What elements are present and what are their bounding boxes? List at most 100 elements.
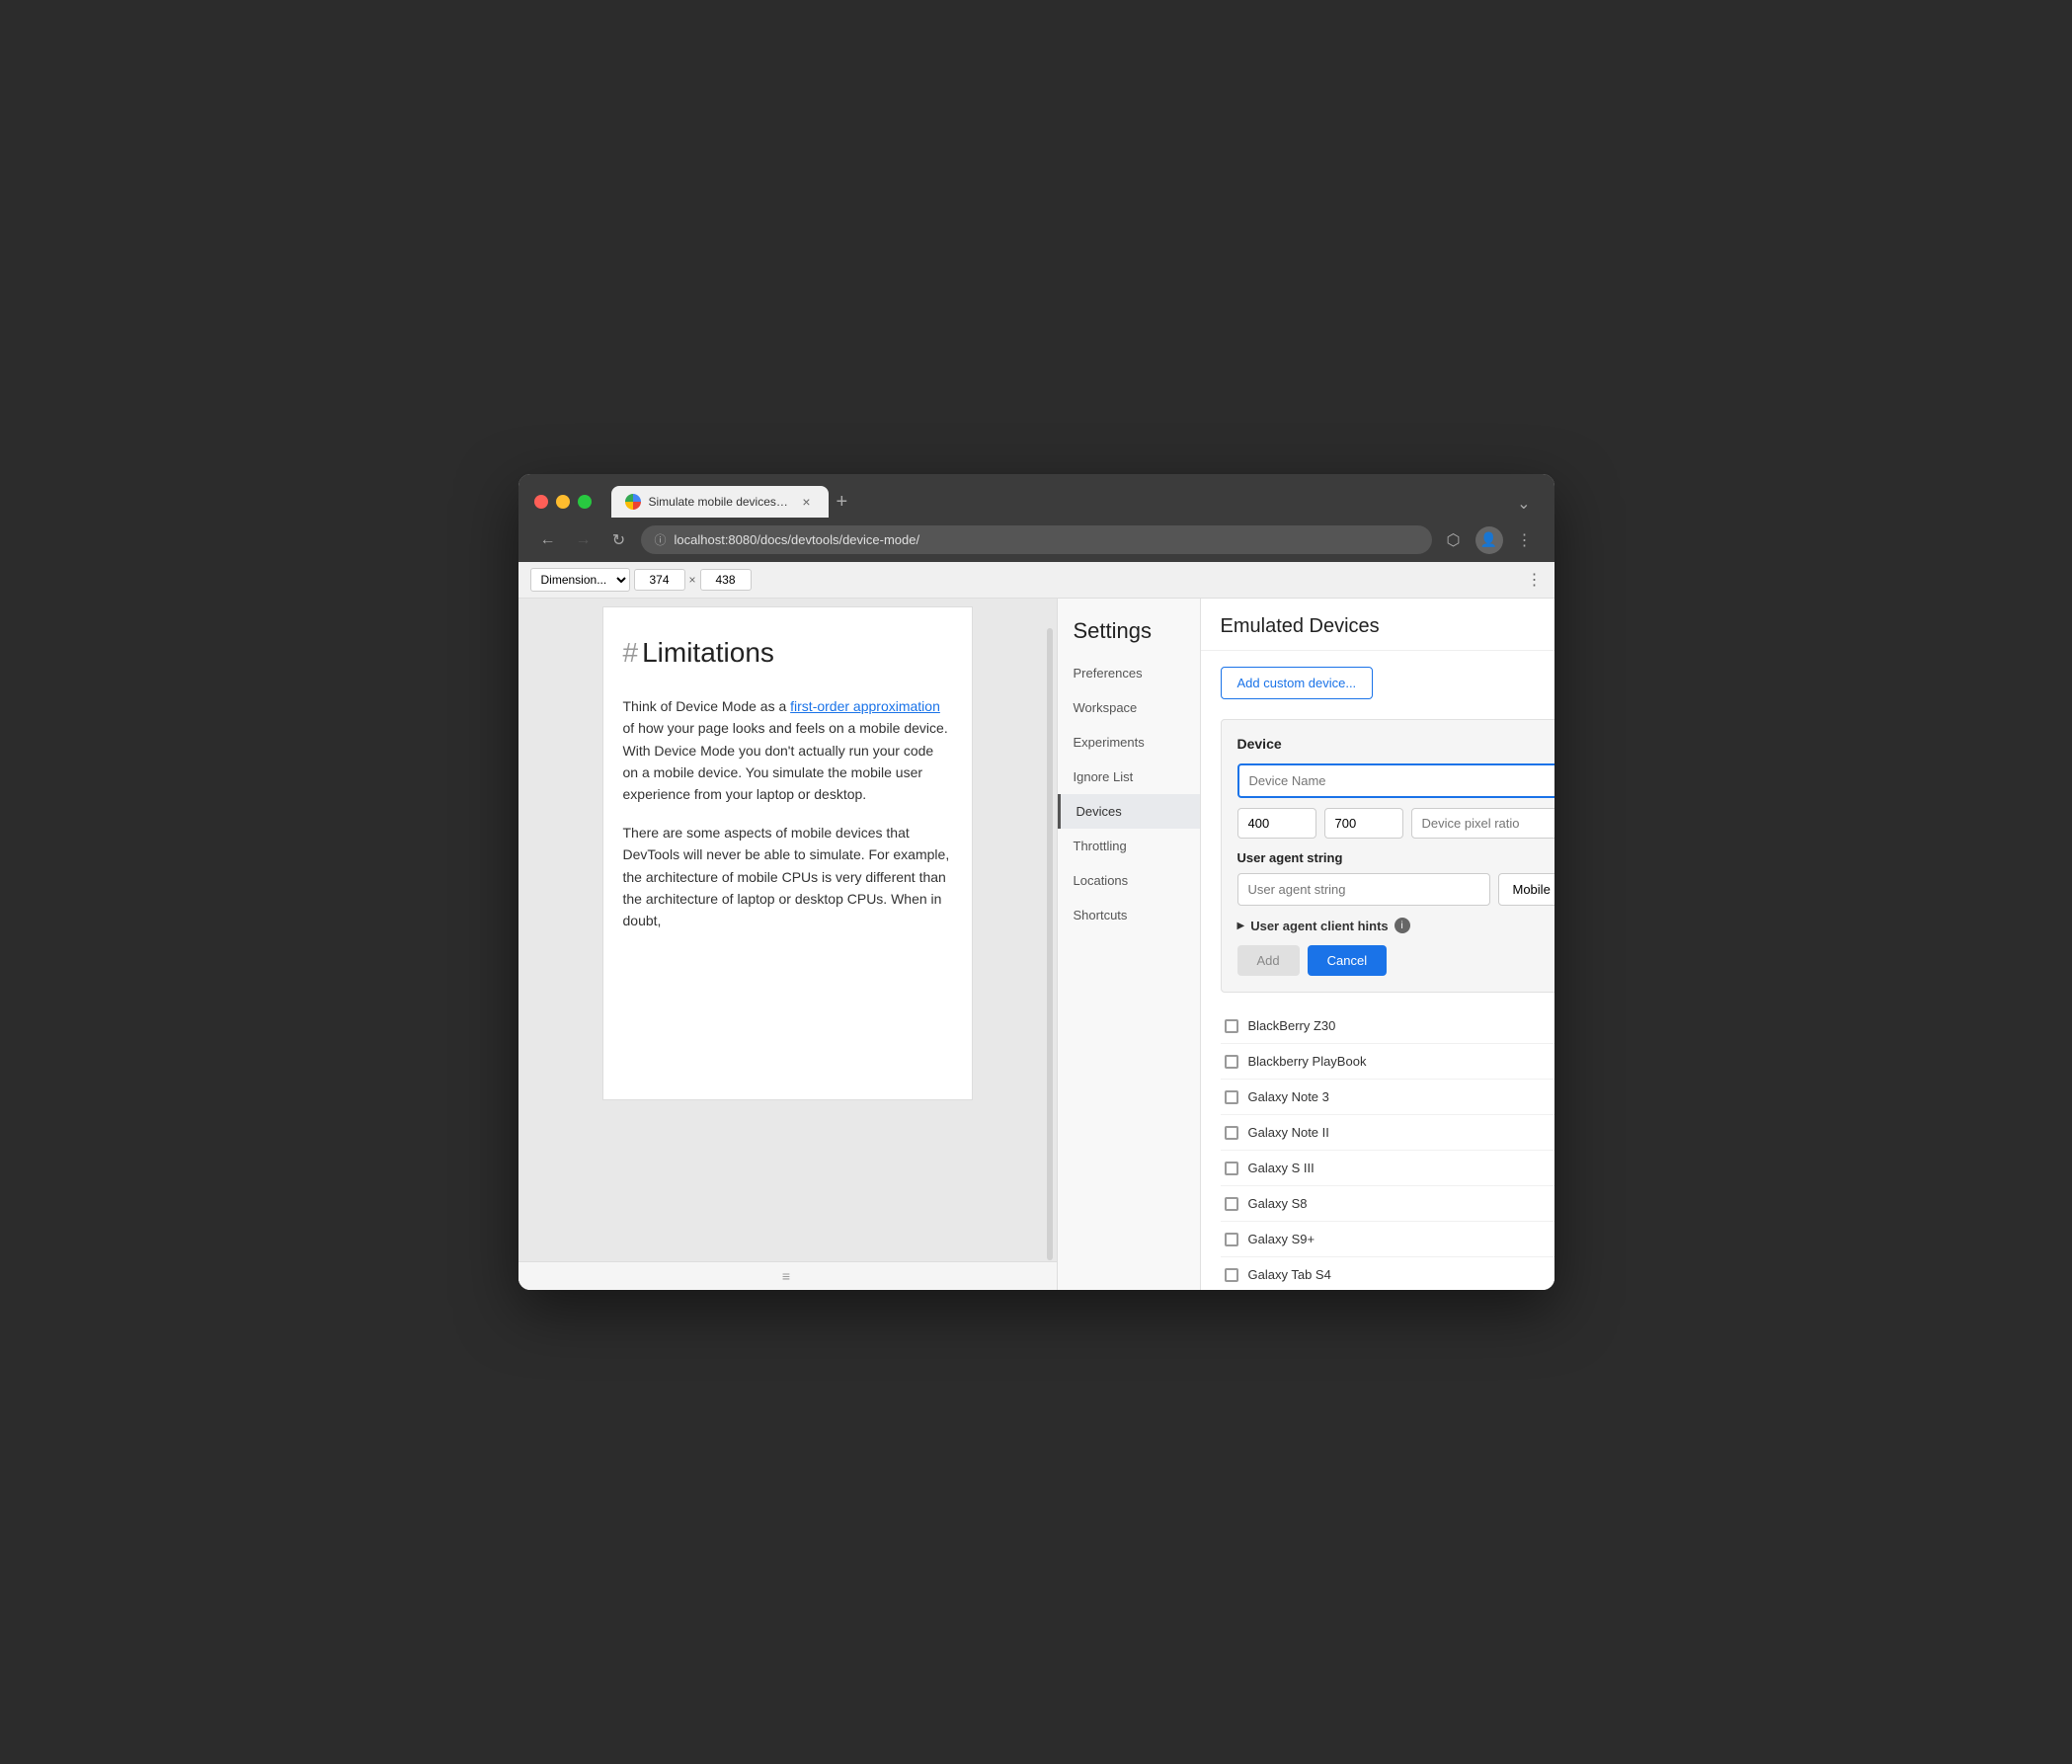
chrome-favicon	[625, 494, 641, 510]
ua-hints-row[interactable]: ▶ User agent client hints i	[1237, 918, 1554, 933]
device-dimensions-row	[1237, 808, 1554, 839]
sidebar-item-workspace[interactable]: Workspace	[1058, 690, 1200, 725]
device-name-galaxy-s8: Galaxy S8	[1248, 1196, 1554, 1211]
close-traffic-light[interactable]	[534, 495, 548, 509]
back-icon: ←	[540, 531, 556, 549]
paragraph-2: There are some aspects of mobile devices…	[623, 822, 952, 932]
sidebar-item-ignore-list[interactable]: Ignore List	[1058, 760, 1200, 794]
profile-button[interactable]: 👤	[1475, 526, 1503, 554]
page-scrollbar[interactable]	[1047, 628, 1053, 1260]
device-name-blackberry-playbook: Blackberry PlayBook	[1248, 1054, 1554, 1069]
device-pixel-ratio-input[interactable]	[1411, 808, 1554, 839]
ua-hints-info-icon[interactable]: i	[1395, 918, 1410, 933]
emulated-devices-body: Add custom device... Device User agent s…	[1201, 651, 1554, 1290]
device-name-galaxy-tab-s4: Galaxy Tab S4	[1248, 1267, 1554, 1282]
settings-sidebar: Settings Preferences Workspace Experimen…	[1058, 599, 1201, 1290]
list-item[interactable]: Blackberry PlayBook	[1221, 1044, 1554, 1080]
device-name-galaxy-s9plus: Galaxy S9+	[1248, 1232, 1554, 1246]
page-heading: #Limitations	[623, 631, 952, 676]
paragraph-1: Think of Device Mode as a first-order ap…	[623, 695, 952, 806]
para1-prefix: Think of Device Mode as a	[623, 698, 791, 714]
sidebar-item-experiments[interactable]: Experiments	[1058, 725, 1200, 760]
sidebar-item-locations[interactable]: Locations	[1058, 863, 1200, 898]
dimension-select[interactable]: Dimension...	[530, 568, 630, 592]
device-checkbox-galaxy-note-3[interactable]	[1225, 1090, 1238, 1104]
device-checkbox-galaxy-s8[interactable]	[1225, 1197, 1238, 1211]
device-form: Device User agent string	[1221, 719, 1554, 993]
device-width-input[interactable]	[1237, 808, 1316, 839]
device-form-title: Device	[1237, 736, 1554, 752]
ua-string-label: User agent string	[1237, 850, 1554, 865]
tab-bar: Simulate mobile devices with D × + ⌄	[611, 486, 1539, 518]
device-height-input[interactable]	[1324, 808, 1403, 839]
profile-icon: 👤	[1480, 531, 1497, 548]
page-content: #Limitations Think of Device Mode as a f…	[602, 606, 973, 1100]
nav-right: ⬡ 👤 ⋮	[1440, 526, 1539, 554]
device-checkbox-blackberry-playbook[interactable]	[1225, 1055, 1238, 1069]
device-checkbox-blackberry-z30[interactable]	[1225, 1019, 1238, 1033]
list-item[interactable]: Galaxy S8	[1221, 1186, 1554, 1222]
dimension-selector: Dimension... ×	[530, 568, 752, 592]
back-button[interactable]: ←	[534, 526, 562, 554]
list-item[interactable]: Galaxy Note II	[1221, 1115, 1554, 1151]
ua-string-input[interactable]	[1237, 873, 1490, 906]
more-options-button[interactable]: ⋮	[1511, 526, 1539, 554]
sidebar-item-preferences[interactable]: Preferences	[1058, 656, 1200, 690]
title-bar: Simulate mobile devices with D × + ⌄	[518, 474, 1554, 518]
device-checkbox-galaxy-s9plus[interactable]	[1225, 1233, 1238, 1246]
more-options-icon[interactable]: ⋮	[1527, 570, 1543, 590]
settings-panel: Settings Preferences Workspace Experimen…	[1057, 599, 1554, 1290]
tab-title: Simulate mobile devices with D	[649, 495, 791, 509]
refresh-icon: ↻	[612, 530, 625, 550]
cast-button[interactable]: ⬡	[1440, 526, 1468, 554]
device-name-galaxy-note-ii: Galaxy Note II	[1248, 1125, 1554, 1140]
width-input[interactable]	[634, 569, 685, 591]
main-content: #Limitations Think of Device Mode as a f…	[518, 599, 1554, 1290]
forward-button[interactable]: →	[570, 526, 598, 554]
height-input[interactable]	[700, 569, 752, 591]
form-actions: Add Cancel	[1237, 945, 1554, 976]
list-item[interactable]: Galaxy S III	[1221, 1151, 1554, 1186]
add-custom-device-button[interactable]: Add custom device...	[1221, 667, 1374, 699]
resize-handle[interactable]: ≡	[782, 1268, 792, 1284]
address-info-icon: ⓘ	[655, 531, 667, 548]
cancel-device-button[interactable]: Cancel	[1308, 945, 1387, 976]
ua-row: Mobile Desktop Tablet	[1237, 873, 1554, 906]
emulated-devices-panel: Emulated Devices ✕ Add custom device... …	[1201, 599, 1554, 1290]
add-device-submit-button[interactable]: Add	[1237, 945, 1300, 976]
forward-icon: →	[576, 531, 592, 549]
address-bar[interactable]: ⓘ localhost:8080/docs/devtools/device-mo…	[641, 525, 1432, 554]
devtools-toolbar: Dimension... × ⋮	[518, 562, 1554, 599]
list-item[interactable]: Galaxy Tab S4	[1221, 1257, 1554, 1290]
ua-type-select[interactable]: Mobile Desktop Tablet	[1498, 873, 1554, 906]
user-agent-section: User agent string Mobile Desktop Tablet	[1237, 850, 1554, 906]
list-item[interactable]: BlackBerry Z30	[1221, 1008, 1554, 1044]
device-name-blackberry-z30: BlackBerry Z30	[1248, 1018, 1554, 1033]
device-checkbox-galaxy-s-iii[interactable]	[1225, 1162, 1238, 1175]
sidebar-item-shortcuts[interactable]: Shortcuts	[1058, 898, 1200, 932]
device-checkbox-galaxy-tab-s4[interactable]	[1225, 1268, 1238, 1282]
preview-bottom: ≡	[518, 1261, 1057, 1290]
minimize-traffic-light[interactable]	[556, 495, 570, 509]
sidebar-item-throttling[interactable]: Throttling	[1058, 829, 1200, 863]
refresh-button[interactable]: ↻	[605, 526, 633, 554]
device-checkbox-galaxy-note-ii[interactable]	[1225, 1126, 1238, 1140]
ua-hints-arrow: ▶	[1237, 921, 1245, 931]
page-preview: #Limitations Think of Device Mode as a f…	[518, 599, 1057, 1290]
new-tab-button[interactable]: +	[829, 487, 856, 518]
preview-inner: #Limitations Think of Device Mode as a f…	[518, 599, 1057, 1261]
heading-hash: #	[623, 637, 639, 668]
dimension-separator: ×	[689, 573, 696, 587]
ua-hints-label: User agent client hints	[1250, 919, 1388, 933]
active-tab[interactable]: Simulate mobile devices with D ×	[611, 486, 829, 518]
list-item[interactable]: Galaxy Note 3	[1221, 1080, 1554, 1115]
tab-close-button[interactable]: ×	[799, 494, 815, 510]
device-name-input[interactable]	[1237, 763, 1554, 798]
tab-menu-button[interactable]: ⌄	[1509, 490, 1538, 518]
cast-icon: ⬡	[1447, 530, 1461, 550]
maximize-traffic-light[interactable]	[578, 495, 592, 509]
para1-link[interactable]: first-order approximation	[790, 698, 940, 714]
browser-window: Simulate mobile devices with D × + ⌄ ← →…	[518, 474, 1554, 1290]
sidebar-item-devices[interactable]: Devices	[1058, 794, 1200, 829]
list-item[interactable]: Galaxy S9+	[1221, 1222, 1554, 1257]
